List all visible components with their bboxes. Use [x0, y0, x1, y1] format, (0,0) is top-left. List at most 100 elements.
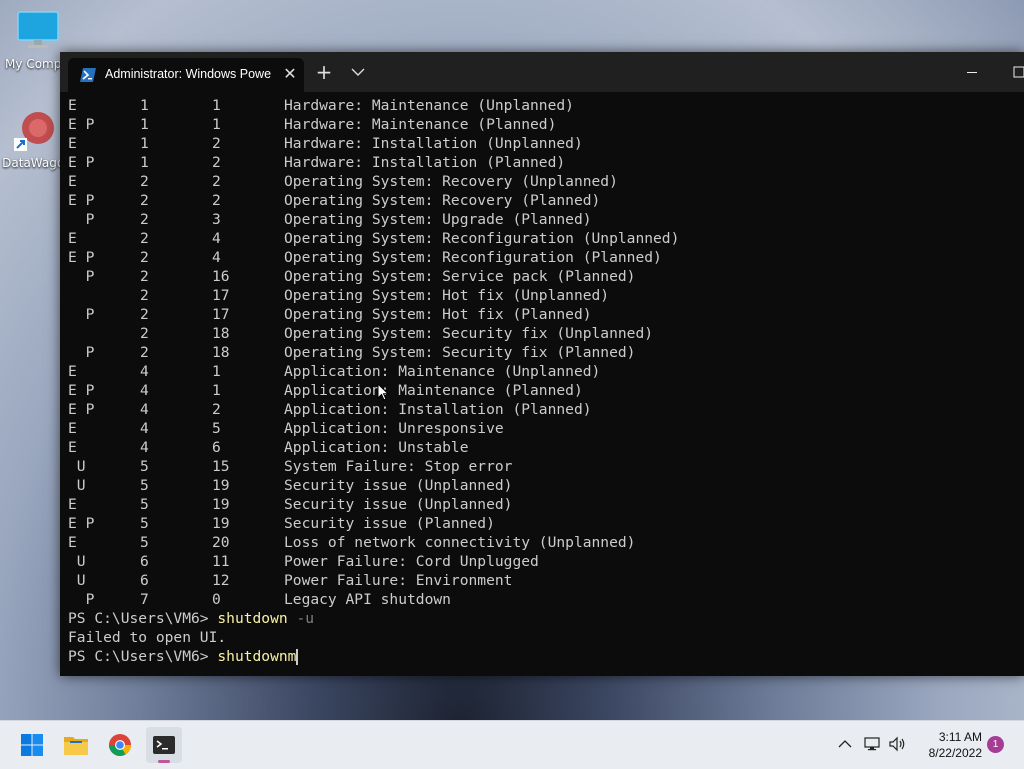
start-button[interactable]	[14, 727, 50, 763]
console-row: E 4 6 Application: Unstable	[68, 438, 1018, 457]
tab-title: Administrator: Windows PowerS	[105, 67, 271, 81]
row-description: Power Failure: Environment	[284, 572, 513, 589]
row-description: Application: Maintenance (Unplanned)	[284, 363, 601, 380]
notification-badge[interactable]: 1	[987, 736, 1004, 753]
row-major: 6	[140, 553, 149, 570]
console-row: 2 18 Operating System: Security fix (Unpla…	[68, 324, 1018, 343]
row-minor: 17	[212, 287, 230, 304]
row-minor: 4	[212, 249, 221, 266]
row-minor: 1	[212, 382, 221, 399]
maximize-icon[interactable]	[1010, 62, 1024, 82]
console-row: U 6 11 Power Failure: Cord Unplugged	[68, 552, 1018, 571]
row-description: Hardware: Maintenance (Planned)	[284, 116, 557, 133]
row-minor: 17	[212, 306, 230, 323]
command-input: shutdownm	[217, 648, 297, 665]
console-row: P 2 18 Operating System: Security fix (Plan…	[68, 343, 1018, 362]
row-description: Hardware: Installation (Unplanned)	[284, 135, 583, 152]
row-flags: U	[68, 477, 86, 494]
row-minor: 2	[212, 401, 221, 418]
row-flags: E	[68, 420, 77, 437]
close-icon[interactable]: ✕	[280, 64, 300, 84]
title-bar[interactable]: Administrator: Windows PowerS ✕ +	[60, 52, 1024, 92]
row-major: 5	[140, 496, 149, 513]
row-major: 7	[140, 591, 149, 608]
row-flags: P	[68, 306, 95, 323]
command-parameter: -u	[287, 610, 315, 627]
row-description: Application: Unresponsive	[284, 420, 504, 437]
clock-date: 8/22/2022	[928, 746, 982, 760]
row-minor: 2	[212, 135, 221, 152]
file-explorer-button[interactable]	[58, 727, 94, 763]
row-description: Power Failure: Cord Unplugged	[284, 553, 539, 570]
row-flags: E P	[68, 401, 95, 418]
console-row: E 1 1 Hardware: Maintenance (Unplanned)	[68, 96, 1018, 115]
row-description: Hardware: Maintenance (Unplanned)	[284, 97, 574, 114]
row-flags: U	[68, 553, 86, 570]
row-description: Operating System: Recovery (Unplanned)	[284, 173, 618, 190]
row-description: Security issue (Unplanned)	[284, 477, 513, 494]
volume-icon[interactable]	[888, 735, 908, 753]
row-minor: 2	[212, 173, 221, 190]
output-line: Failed to open UI.	[68, 628, 1018, 647]
row-description: Application: Maintenance (Planned)	[284, 382, 583, 399]
row-major: 1	[140, 97, 149, 114]
console-row: U 5 19 Security issue (Unplanned)	[68, 476, 1018, 495]
row-description: Security issue (Unplanned)	[284, 496, 513, 513]
clock[interactable]: 3:11 AM 8/22/2022	[914, 729, 982, 761]
console-row: E P 4 1 Application: Maintenance (Planned)	[68, 381, 1018, 400]
console-row: E 5 20 Loss of network connectivity (Unplan…	[68, 533, 1018, 552]
console-row: P 2 16 Operating System: Service pack (Plan…	[68, 267, 1018, 286]
chevron-down-icon[interactable]	[348, 62, 368, 82]
console-output[interactable]: E 1 1 Hardware: Maintenance (Unplanned) E P1…	[68, 96, 1018, 672]
row-major: 6	[140, 572, 149, 589]
row-minor: 1	[212, 97, 221, 114]
console-row: P 2 3 Operating System: Upgrade (Planned)	[68, 210, 1018, 229]
row-flags: E	[68, 230, 77, 247]
tab-powershell[interactable]: Administrator: Windows PowerS ✕	[68, 58, 304, 92]
console-row: E P 1 1 Hardware: Maintenance (Planned)	[68, 115, 1018, 134]
row-major: 1	[140, 135, 149, 152]
chrome-icon	[109, 734, 131, 756]
row-flags: P	[68, 591, 95, 608]
desktop-icon-datawagon[interactable]: DataWagon	[2, 108, 72, 170]
row-major: 2	[140, 287, 149, 304]
chevron-up-icon[interactable]	[836, 735, 854, 753]
prompt: PS C:\Users\VM6>	[68, 648, 218, 665]
active-indicator	[158, 760, 170, 763]
chrome-button[interactable]	[102, 727, 138, 763]
console-row: U 6 12 Power Failure: Environment	[68, 571, 1018, 590]
row-major: 2	[140, 230, 149, 247]
prompt-line: PS C:\Users\VM6> shutdown -u	[68, 609, 1018, 628]
row-major: 2	[140, 249, 149, 266]
row-minor: 3	[212, 211, 221, 228]
windows-start-icon	[21, 734, 43, 756]
minimize-icon[interactable]	[960, 62, 984, 82]
row-flags: E P	[68, 116, 95, 133]
row-minor: 18	[212, 344, 230, 361]
row-major: 2	[140, 325, 149, 342]
row-major: 4	[140, 382, 149, 399]
row-flags: P	[68, 211, 95, 228]
row-minor: 19	[212, 477, 230, 494]
plus-icon[interactable]: +	[314, 62, 334, 82]
row-minor: 19	[212, 496, 230, 513]
row-minor: 18	[212, 325, 230, 342]
console-row: E P 4 2 Application: Installation (Planned)	[68, 400, 1018, 419]
row-major: 2	[140, 211, 149, 228]
console-row: E P 2 2 Operating System: Recovery (Planned…	[68, 191, 1018, 210]
network-icon[interactable]	[864, 735, 882, 753]
desktop-icon-my-computer[interactable]: My Compu	[5, 10, 69, 71]
console-row: E 1 2 Hardware: Installation (Unplanned)	[68, 134, 1018, 153]
terminal-window: Administrator: Windows PowerS ✕ + E 1 1 Har…	[60, 52, 1024, 676]
console-row: E 4 5 Application: Unresponsive	[68, 419, 1018, 438]
row-major: 1	[140, 116, 149, 133]
row-flags: P	[68, 268, 95, 285]
terminal-button[interactable]	[146, 727, 182, 763]
error-message: Failed to open UI.	[68, 629, 227, 646]
row-description: Operating System: Upgrade (Planned)	[284, 211, 592, 228]
file-explorer-icon	[64, 737, 88, 755]
row-minor: 11	[212, 553, 230, 570]
row-minor: 12	[212, 572, 230, 589]
row-minor: 1	[212, 116, 221, 133]
row-major: 4	[140, 401, 149, 418]
